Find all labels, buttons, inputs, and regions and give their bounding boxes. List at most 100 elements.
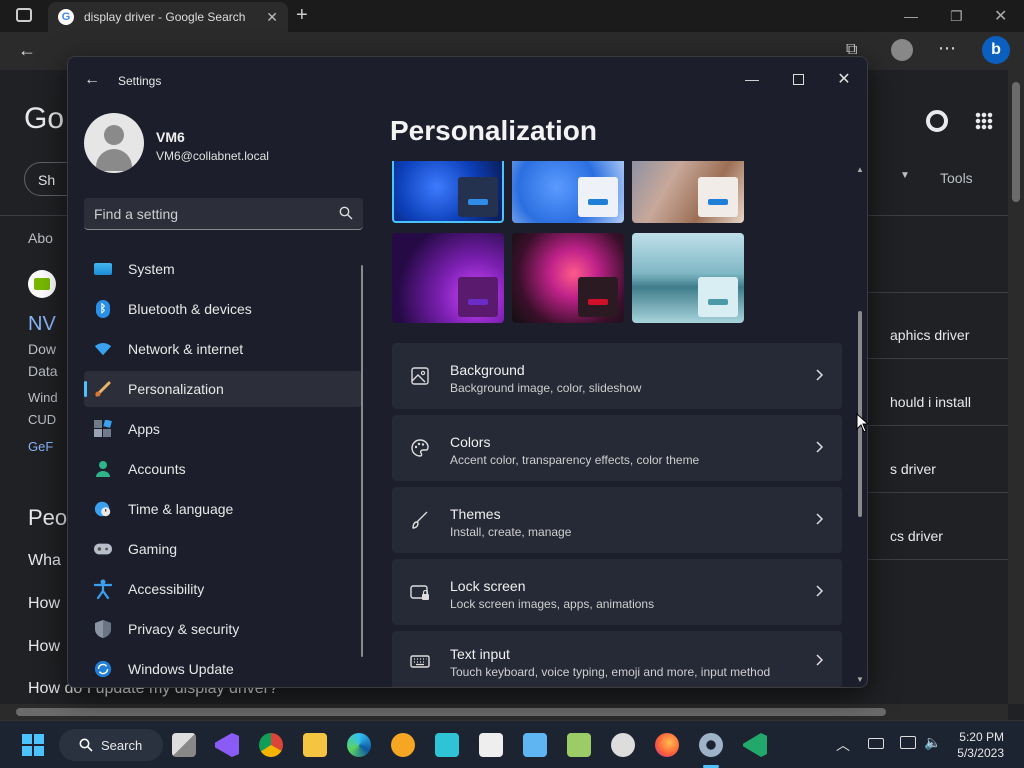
find-setting-box[interactable] (84, 198, 363, 230)
theme-preview-window (458, 177, 498, 217)
related-search-1[interactable]: aphics driver (890, 327, 969, 343)
related-search-2[interactable]: hould i install (890, 394, 971, 410)
page-hscroll-thumb[interactable] (16, 708, 886, 716)
user-profile[interactable]: VM6 VM6@collabnet.local (84, 113, 364, 177)
card-colors[interactable]: Colors Accent color, transparency effect… (392, 415, 842, 481)
vscode-icon[interactable] (743, 733, 767, 757)
new-tab-icon[interactable]: + (296, 4, 308, 27)
taskbar-clock[interactable]: 5:20 PM 5/3/2023 (957, 729, 1004, 761)
file-explorer-icon[interactable] (303, 733, 327, 757)
nav-label: Time & language (128, 501, 234, 517)
avatar (84, 113, 144, 173)
card-lock-screen[interactable]: Lock screen Lock screen images, apps, an… (392, 559, 842, 625)
nav-item-apps[interactable]: Apps (84, 411, 362, 447)
browser-tab[interactable]: G display driver - Google Search ✕ (48, 2, 288, 32)
theme-thumbnail[interactable] (512, 161, 624, 223)
settings-gear-icon[interactable] (699, 733, 723, 757)
restore-browser-icon[interactable]: ❐ (950, 8, 963, 25)
faq-item-2[interactable]: How (28, 595, 60, 613)
theme-preview-window (578, 277, 618, 317)
weather-icon[interactable] (391, 733, 415, 757)
faq-item-1[interactable]: Wha (28, 552, 61, 570)
store-icon[interactable] (479, 733, 503, 757)
user-email: VM6@collabnet.local (156, 149, 269, 163)
card-title: Lock screen (450, 578, 526, 594)
find-setting-input[interactable] (84, 198, 334, 229)
nav-item-accessibility[interactable]: Accessibility (84, 571, 362, 607)
tools-button[interactable]: Tools (940, 170, 973, 186)
google-logo[interactable]: Go (24, 102, 64, 136)
firefox-icon[interactable] (655, 733, 679, 757)
card-subtitle: Background image, color, slideshow (450, 381, 642, 395)
tab-actions-icon[interactable] (16, 8, 32, 22)
page-horizontal-scrollbar[interactable] (0, 704, 1008, 720)
theme-thumbnail[interactable] (392, 233, 504, 323)
app-icon[interactable] (435, 733, 459, 757)
nav-item-privacy[interactable]: Privacy & security (84, 611, 362, 647)
related-search-3[interactable]: s driver (890, 461, 936, 477)
people-also-ask-heading: Peo (28, 505, 68, 530)
minimize-browser-icon[interactable]: — (904, 8, 918, 24)
related-divider-2 (868, 358, 1008, 359)
update-icon (94, 660, 112, 678)
nav-label: Apps (128, 421, 160, 437)
theme-thumbnail[interactable] (632, 161, 744, 223)
maximize-button[interactable] (778, 65, 818, 93)
task-view-icon[interactable] (172, 733, 196, 757)
dropdown-chevron-icon[interactable]: ▼ (900, 170, 910, 181)
back-arrow-icon[interactable]: ← (84, 71, 100, 89)
page-vertical-scrollbar[interactable] (1008, 70, 1024, 704)
card-subtitle: Install, create, manage (450, 525, 572, 539)
chrome-icon[interactable] (259, 733, 283, 757)
start-windows-icon[interactable] (22, 734, 44, 756)
card-title: Themes (450, 506, 501, 522)
close-button[interactable]: ✕ (824, 65, 864, 93)
media-player-icon[interactable] (611, 733, 635, 757)
nav-item-gaming[interactable]: Gaming (84, 531, 362, 567)
nav-item-windows-update[interactable]: Windows Update (84, 651, 362, 687)
nav-item-network[interactable]: Network & internet (84, 331, 362, 367)
card-text-input[interactable]: Text input Touch keyboard, voice typing,… (392, 631, 842, 687)
nav-item-bluetooth[interactable]: ᛒ Bluetooth & devices (84, 291, 362, 327)
notepad-icon[interactable] (523, 733, 547, 757)
taskbar-search[interactable]: Search (59, 729, 163, 761)
minimize-button[interactable]: — (732, 65, 772, 93)
related-search-4[interactable]: cs driver (890, 528, 943, 544)
card-background[interactable]: Background Background image, color, slid… (392, 343, 842, 409)
nav-item-system[interactable]: System (84, 251, 362, 287)
card-themes[interactable]: Themes Install, create, manage (392, 487, 842, 553)
network-display-icon[interactable] (900, 736, 916, 749)
close-tab-icon[interactable]: ✕ (266, 9, 278, 26)
settings-gear-icon[interactable] (926, 110, 948, 132)
close-browser-icon[interactable]: ✕ (994, 6, 1007, 26)
nav-item-personalization[interactable]: Personalization (84, 371, 362, 407)
result-title[interactable]: NV (28, 313, 56, 336)
more-options-icon[interactable]: ⋯ (938, 39, 956, 57)
bing-icon[interactable]: b (982, 36, 1010, 64)
nav-scrollbar[interactable] (361, 265, 363, 657)
chevron-right-icon (816, 513, 824, 525)
notepad-plus-icon[interactable] (567, 733, 591, 757)
scroll-down-icon[interactable]: ▼ (856, 675, 864, 684)
nav-item-accounts[interactable]: Accounts (84, 451, 362, 487)
accounts-icon (94, 460, 112, 478)
scroll-up-icon[interactable]: ▲ (856, 165, 864, 174)
browser-back-icon[interactable]: ← (18, 41, 36, 59)
theme-thumbnail[interactable] (632, 233, 744, 323)
search-icon[interactable] (339, 206, 353, 220)
theme-thumbnail[interactable] (512, 233, 624, 323)
faq-item-3[interactable]: How (28, 638, 60, 656)
visual-studio-icon[interactable] (215, 733, 239, 757)
keyboard-layout-icon[interactable] (868, 738, 884, 749)
volume-icon[interactable]: 🔈 (924, 734, 941, 751)
settings-titlebar: ← Settings — ✕ (68, 57, 867, 105)
nav-item-time-language[interactable]: Time & language (84, 491, 362, 527)
search-icon (79, 738, 93, 752)
theme-thumbnail[interactable] (392, 161, 504, 223)
edge-icon[interactable] (347, 733, 371, 757)
apps-grid-icon[interactable] (975, 112, 993, 130)
profile-avatar-icon[interactable] (891, 39, 913, 61)
result-link[interactable]: GeF (28, 439, 53, 454)
page-scroll-thumb[interactable] (1012, 82, 1020, 202)
show-hidden-icons-chevron-icon[interactable]: ︿ (836, 735, 850, 755)
